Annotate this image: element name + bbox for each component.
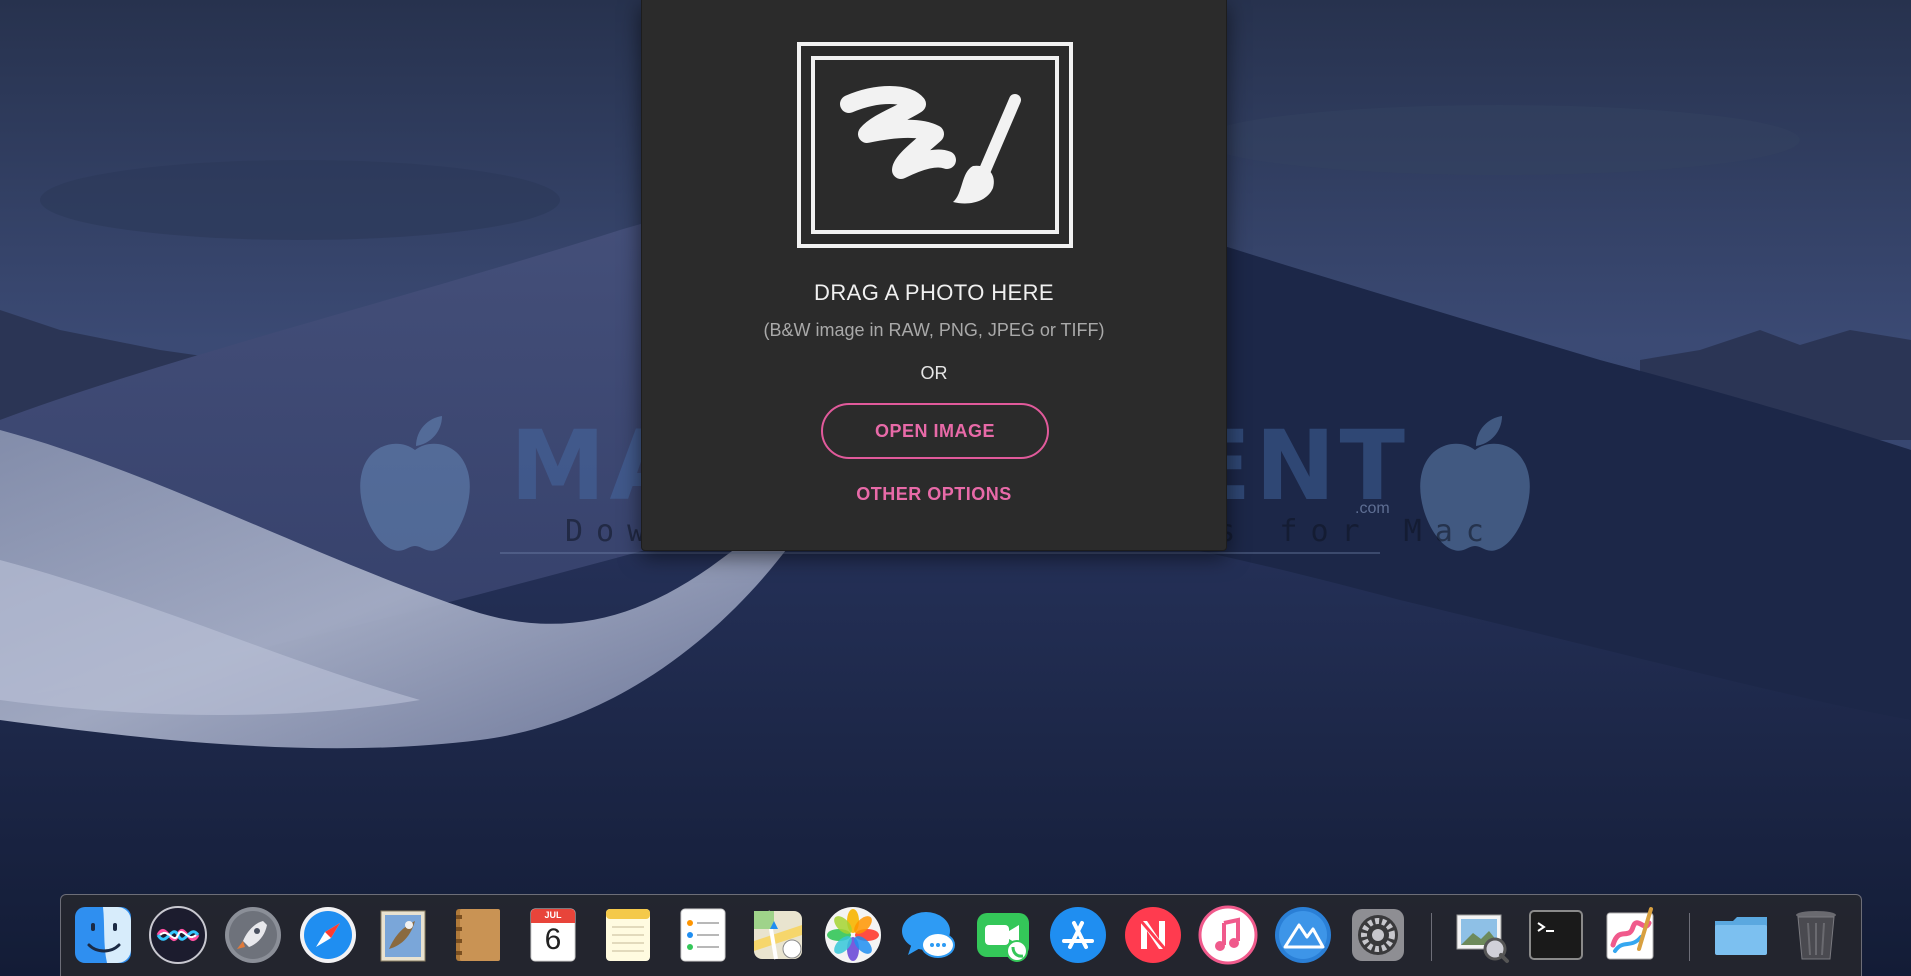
other-options-link[interactable]: OTHER OPTIONS [642,484,1226,505]
safari-icon[interactable] [298,905,358,965]
desktop: MACS TORRENT .com Download Free Torrents… [0,0,1911,976]
trash-icon[interactable] [1786,905,1846,965]
maps-icon[interactable] [748,905,808,965]
paint-app-icon[interactable] [1601,905,1661,965]
or-separator: OR [920,363,948,383]
folder-icon[interactable] [1711,905,1771,965]
mail-icon[interactable] [373,905,433,965]
messages-icon[interactable] [898,905,958,965]
system-preferences-icon[interactable] [1348,905,1408,965]
terminal-icon[interactable] [1526,905,1586,965]
notes-icon[interactable] [598,905,658,965]
app-store-icon[interactable] [1048,905,1108,965]
drop-subtitle: (B&W image in RAW, PNG, JPEG or TIFF) [763,320,1105,340]
finder-icon[interactable] [73,905,133,965]
facetime-icon[interactable] [973,905,1033,965]
contacts-icon[interactable] [448,905,508,965]
photo-drop-panel[interactable]: DRAG A PHOTO HERE (B&W image in RAW, PNG… [641,0,1227,551]
mountain-icon[interactable] [1273,905,1333,965]
dock-separator [1431,913,1432,961]
frame-brush-icon [797,42,1073,248]
dock: JUL 6 [60,894,1862,976]
launchpad-icon[interactable] [223,905,283,965]
news-icon[interactable] [1123,905,1183,965]
drop-title: DRAG A PHOTO HERE [814,280,1054,305]
calendar-icon[interactable]: JUL 6 [523,905,583,965]
siri-icon[interactable] [148,905,208,965]
dock-separator [1689,913,1690,961]
photos-icon[interactable] [823,905,883,965]
calendar-day: 6 [544,923,562,956]
itunes-icon[interactable] [1198,905,1258,965]
open-image-button[interactable]: OPEN IMAGE [821,403,1049,459]
calendar-month: JUL [544,910,562,920]
preview-icon[interactable] [1451,905,1511,965]
reminders-icon[interactable] [673,905,733,965]
